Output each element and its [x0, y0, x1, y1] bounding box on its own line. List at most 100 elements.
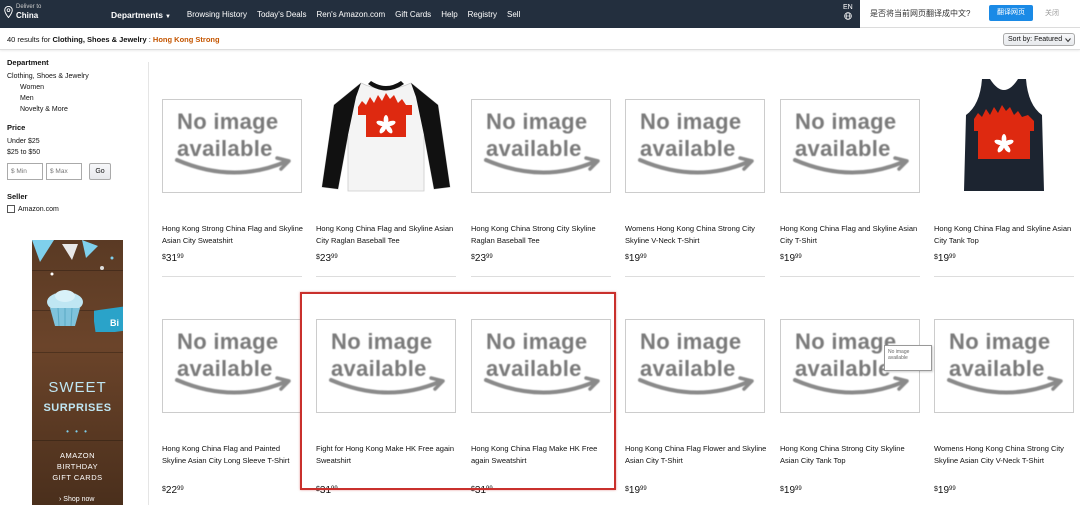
- product-price: $3199: [162, 253, 184, 264]
- product-card[interactable]: No image available Hong Kong China Flag an…: [162, 319, 302, 521]
- translate-close-button[interactable]: 关闭: [1045, 8, 1059, 18]
- product-image[interactable]: No image available: [625, 319, 765, 413]
- no-image-placeholder-text: No image available: [177, 108, 278, 162]
- language-selector[interactable]: EN: [843, 4, 853, 23]
- price-dollars: 19: [783, 253, 796, 264]
- product-card[interactable]: Hong Kong China Flag and Skyline Asian C…: [934, 79, 1076, 278]
- card-separator: [316, 276, 456, 277]
- department-sub-men[interactable]: Men: [7, 93, 137, 104]
- product-title-link[interactable]: Hong Kong China Strong City Skyline Asia…: [780, 443, 922, 467]
- translate-page-button[interactable]: 翻译网页: [989, 5, 1033, 21]
- no-image-placeholder-text: No image available: [949, 328, 1050, 382]
- no-image-placeholder-text: No image available: [177, 328, 278, 382]
- price-go-button[interactable]: Go: [89, 163, 111, 180]
- product-title-link[interactable]: Hong Kong China Flag and Skyline Asian C…: [780, 223, 922, 247]
- ad-subtext-birthday: BIRTHDAY: [56, 462, 99, 471]
- product-image[interactable]: No image available: [934, 319, 1074, 413]
- product-title-link[interactable]: Hong Kong China Flag and Painted Skyline…: [162, 443, 304, 467]
- results-count: 40 results for: [7, 35, 51, 44]
- nav-links: Departments ▼ Browsing History Today's De…: [111, 10, 530, 20]
- product-title-link[interactable]: Womens Hong Kong China Strong City Skyli…: [934, 443, 1076, 467]
- product-card[interactable]: No image available Womens Hong Kong China …: [934, 319, 1074, 521]
- deliver-to-location[interactable]: Deliver to China: [4, 3, 41, 21]
- product-image[interactable]: [316, 81, 456, 193]
- nav-link-help[interactable]: Help: [441, 10, 457, 20]
- nav-link-gift-cards[interactable]: Gift Cards: [395, 10, 431, 20]
- filter-sidebar: Department Clothing, Shoes & Jewelry Wom…: [7, 58, 137, 213]
- price-currency: $: [316, 254, 320, 261]
- bunting-decoration-icon: [32, 240, 114, 276]
- price-currency: $: [625, 254, 629, 261]
- price-cents: 99: [486, 254, 493, 260]
- seller-heading: Seller: [7, 192, 28, 201]
- product-price: $2399: [316, 253, 338, 264]
- nav-link-browsing-history[interactable]: Browsing History: [187, 10, 247, 20]
- department-sub-novelty[interactable]: Novelty & More: [7, 104, 137, 115]
- amazon-smile-icon: [175, 376, 291, 395]
- card-separator: [625, 276, 765, 277]
- price-range-25-to-50[interactable]: $25 to $50: [7, 147, 137, 158]
- tank-top-image[interactable]: [934, 75, 1074, 195]
- department-sub-women[interactable]: Women: [7, 82, 137, 93]
- product-card[interactable]: No image available Hong Kong Strong China …: [162, 99, 304, 278]
- raglan-tee-image[interactable]: [316, 75, 456, 195]
- gift-card-ad-banner[interactable]: Bi SWEET SURPRISES • • • AMAZON BIRTHDAY…: [32, 240, 123, 505]
- nav-link-your-amazon[interactable]: Ren's Amazon.com: [317, 10, 386, 20]
- amazon-smile-icon: [793, 156, 909, 175]
- product-image[interactable]: No image available: [162, 99, 302, 193]
- no-image-line1: No image: [177, 109, 279, 134]
- no-image-placeholder-text: No image available: [486, 108, 587, 162]
- product-title-link[interactable]: Hong Kong China Strong City Skyline Ragl…: [471, 223, 613, 247]
- seller-amazon-checkbox[interactable]: Amazon.com: [7, 205, 137, 213]
- product-price: $1999: [934, 253, 956, 264]
- nav-link-todays-deals[interactable]: Today's Deals: [257, 10, 307, 20]
- price-currency: $: [780, 254, 784, 261]
- product-card[interactable]: No image available Hong Kong China Flag an…: [780, 99, 920, 278]
- price-dollars: 23: [319, 253, 332, 264]
- product-image[interactable]: No image available: [625, 99, 765, 193]
- sort-label: Sort by: Featured: [1008, 36, 1063, 43]
- product-image[interactable]: [934, 79, 1074, 193]
- amazon-smile-icon: [638, 156, 754, 175]
- product-price: $1999: [625, 485, 647, 496]
- highlight-annotation-box: [300, 292, 616, 490]
- ad-shop-now-link[interactable]: › Shop now: [59, 496, 94, 503]
- product-card[interactable]: No image available Hong Kong China Flag Fl…: [625, 319, 767, 521]
- product-title-link[interactable]: Hong Kong China Flag Flower and Skyline …: [625, 443, 767, 467]
- price-dollars: 19: [937, 253, 950, 264]
- ad-headline-sweet: SWEET: [48, 379, 107, 396]
- card-separator: [162, 276, 302, 277]
- product-title-link[interactable]: Womens Hong Kong China Strong City Skyli…: [625, 223, 767, 247]
- globe-icon: [844, 12, 852, 20]
- price-min-input[interactable]: $ Min: [7, 163, 43, 180]
- product-title-link[interactable]: Hong Kong China Flag and Skyline Asian C…: [934, 223, 1076, 247]
- nav-link-sell[interactable]: Sell: [507, 10, 520, 20]
- price-cents: 99: [949, 254, 956, 260]
- departments-menu[interactable]: Departments ▼: [111, 10, 171, 20]
- department-main-link[interactable]: Clothing, Shoes & Jewelry: [7, 71, 137, 82]
- cupcake-icon: [47, 290, 83, 327]
- product-card[interactable]: No image available Hong Kong China Strong …: [471, 99, 611, 278]
- no-image-placeholder-text: No image available: [795, 328, 896, 382]
- product-title-link[interactable]: Hong Kong China Flag and Skyline Asian C…: [316, 223, 458, 247]
- location-pin-icon: [4, 6, 13, 18]
- translate-prompt-bar: 是否将当前网页翻译成中文? 翻译网页 关闭: [860, 0, 1080, 28]
- price-dollars: 19: [628, 253, 641, 264]
- results-bar: 40 results for Clothing, Shoes & Jewelry…: [0, 28, 1080, 50]
- product-title-link[interactable]: Hong Kong Strong China Flag and Skyline …: [162, 223, 304, 247]
- price-currency: $: [162, 254, 166, 261]
- nav-link-registry[interactable]: Registry: [468, 10, 497, 20]
- results-keyword: Hong Kong Strong: [152, 35, 220, 44]
- price-cents: 99: [795, 486, 802, 492]
- no-image-line1: No image: [177, 329, 279, 354]
- product-card[interactable]: Hong Kong China Flag and Skyline Asian C…: [316, 81, 458, 278]
- price-range-under-25[interactable]: Under $25: [7, 136, 137, 147]
- price-max-input[interactable]: $ Max: [46, 163, 82, 180]
- amazon-smile-icon: [484, 156, 600, 175]
- sort-dropdown[interactable]: Sort by: Featured: [1003, 33, 1075, 46]
- product-image[interactable]: No image available: [780, 99, 920, 193]
- product-card[interactable]: No image available Womens Hong Kong China …: [625, 99, 765, 278]
- product-image[interactable]: No image available: [471, 99, 611, 193]
- product-image[interactable]: No image available: [162, 319, 302, 413]
- deliver-country: China: [16, 11, 39, 20]
